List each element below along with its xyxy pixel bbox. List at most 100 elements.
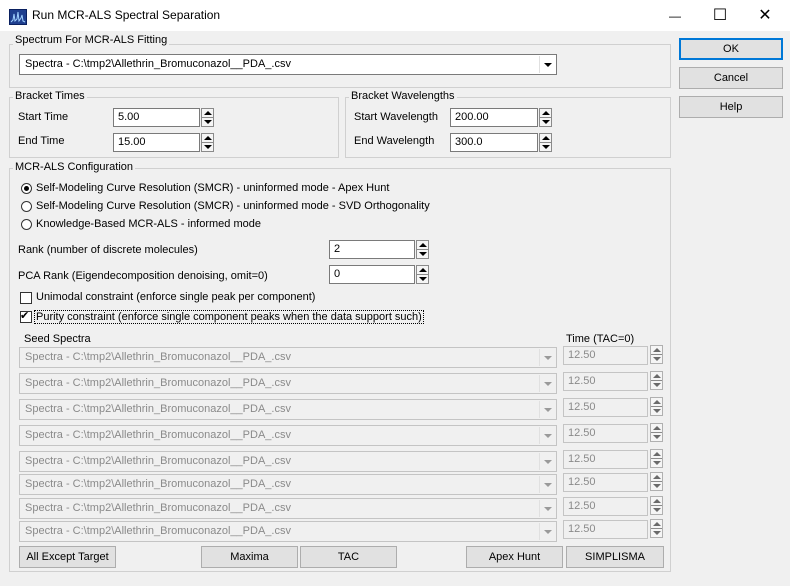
start-time-spinner[interactable] xyxy=(201,108,214,127)
chevron-down-icon[interactable] xyxy=(539,476,555,493)
mode-label-informed[interactable]: Knowledge-Based MCR-ALS - informed mode xyxy=(36,218,261,230)
start-wavelength-spinner[interactable] xyxy=(539,108,552,127)
seed-time-value: 12.50 xyxy=(568,523,596,535)
seed-time-spinner[interactable] xyxy=(650,423,663,442)
seed-time-value: 12.50 xyxy=(568,427,596,439)
seed-spectrum-value: Spectra - C:\tmp2\Allethrin_Bromuconazol… xyxy=(25,478,291,490)
simplisma-button[interactable]: SIMPLISMA xyxy=(566,546,664,568)
end-wavelength-label: End Wavelength xyxy=(354,135,435,147)
pca-rank-spinner[interactable] xyxy=(416,265,429,284)
seed-time-spinner[interactable] xyxy=(650,345,663,364)
apex-hunt-button[interactable]: Apex Hunt xyxy=(466,546,563,568)
bracket-times-legend: Bracket Times xyxy=(13,90,87,102)
seed-spectrum-select[interactable]: Spectra - C:\tmp2\Allethrin_Bromuconazol… xyxy=(19,498,557,519)
chevron-down-icon[interactable] xyxy=(539,500,555,517)
end-time-spinner[interactable] xyxy=(201,133,214,152)
seed-spectrum-select[interactable]: Spectra - C:\tmp2\Allethrin_Bromuconazol… xyxy=(19,373,557,394)
seed-time-spinner[interactable] xyxy=(650,519,663,538)
minimize-icon: — xyxy=(669,9,681,23)
mode-label-apex-hunt[interactable]: Self-Modeling Curve Resolution (SMCR) - … xyxy=(36,182,389,194)
seed-time-input[interactable]: 12.50 xyxy=(563,520,648,539)
unimodal-checkbox[interactable] xyxy=(20,292,32,304)
time-tac-header: Time (TAC=0) xyxy=(566,333,635,345)
maxima-button[interactable]: Maxima xyxy=(201,546,298,568)
seed-spectrum-value: Spectra - C:\tmp2\Allethrin_Bromuconazol… xyxy=(25,377,291,389)
seed-spectrum-select[interactable]: Spectra - C:\tmp2\Allethrin_Bromuconazol… xyxy=(19,521,557,542)
seed-time-input[interactable]: 12.50 xyxy=(563,346,648,365)
spectrum-select-value: Spectra - C:\tmp2\Allethrin_Bromuconazol… xyxy=(25,58,291,70)
start-wavelength-input[interactable]: 200.00 xyxy=(450,108,538,127)
seed-spectrum-value: Spectra - C:\tmp2\Allethrin_Bromuconazol… xyxy=(25,502,291,514)
seed-spectrum-value: Spectra - C:\tmp2\Allethrin_Bromuconazol… xyxy=(25,455,291,467)
end-wavelength-value: 300.0 xyxy=(455,136,483,148)
maximize-button[interactable]: ☐ xyxy=(697,0,743,31)
pca-rank-value: 0 xyxy=(334,268,341,280)
maximize-icon: ☐ xyxy=(712,7,728,24)
seed-time-spinner[interactable] xyxy=(650,371,663,390)
rank-spinner[interactable] xyxy=(416,240,429,259)
help-button[interactable]: Help xyxy=(679,96,783,118)
seed-time-input[interactable]: 12.50 xyxy=(563,372,648,391)
ok-label: OK xyxy=(723,43,739,55)
seed-time-input[interactable]: 12.50 xyxy=(563,497,648,516)
seed-time-input[interactable]: 12.50 xyxy=(563,398,648,417)
all-except-target-button[interactable]: All Except Target xyxy=(19,546,116,568)
seed-spectrum-select[interactable]: Spectra - C:\tmp2\Allethrin_Bromuconazol… xyxy=(19,347,557,368)
cancel-button[interactable]: Cancel xyxy=(679,67,783,89)
seed-time-input[interactable]: 12.50 xyxy=(563,424,648,443)
close-button[interactable]: ✕ xyxy=(742,0,788,31)
start-time-label: Start Time xyxy=(18,111,69,123)
chevron-down-icon[interactable] xyxy=(539,523,555,540)
end-wavelength-spinner[interactable] xyxy=(539,133,552,152)
seed-spectra-header: Seed Spectra xyxy=(24,333,91,345)
chevron-down-icon[interactable] xyxy=(539,453,555,470)
spectrum-select[interactable]: Spectra - C:\tmp2\Allethrin_Bromuconazol… xyxy=(19,54,557,75)
seed-spectrum-select[interactable]: Spectra - C:\tmp2\Allethrin_Bromuconazol… xyxy=(19,425,557,446)
seed-spectrum-select[interactable]: Spectra - C:\tmp2\Allethrin_Bromuconazol… xyxy=(19,474,557,495)
minimize-button[interactable]: — xyxy=(652,0,698,31)
tac-label: TAC xyxy=(337,551,360,563)
mode-radio-apex-hunt[interactable] xyxy=(21,183,32,194)
chevron-down-icon[interactable] xyxy=(539,427,555,444)
seed-time-input[interactable]: 12.50 xyxy=(563,473,648,492)
mode-label-svd[interactable]: Self-Modeling Curve Resolution (SMCR) - … xyxy=(36,200,430,212)
seed-spectrum-select[interactable]: Spectra - C:\tmp2\Allethrin_Bromuconazol… xyxy=(19,451,557,472)
seed-time-input[interactable]: 12.50 xyxy=(563,450,648,469)
purity-label[interactable]: Purity constraint (enforce single compon… xyxy=(34,310,424,324)
seed-spectrum-value: Spectra - C:\tmp2\Allethrin_Bromuconazol… xyxy=(25,525,291,537)
seed-time-value: 12.50 xyxy=(568,375,596,387)
apex-hunt-label: Apex Hunt xyxy=(488,551,541,563)
seed-time-value: 12.50 xyxy=(568,476,596,488)
rank-label: Rank (number of discrete molecules) xyxy=(18,244,198,256)
pca-rank-label: PCA Rank (Eigendecomposition denoising, … xyxy=(18,270,268,282)
app-spectrum-icon xyxy=(9,9,27,25)
mode-radio-informed[interactable] xyxy=(21,219,32,230)
rank-input[interactable]: 2 xyxy=(329,240,415,259)
mode-radio-svd[interactable] xyxy=(21,201,32,212)
purity-checkbox[interactable]: ✔ xyxy=(20,310,32,323)
seed-time-value: 12.50 xyxy=(568,349,596,361)
seed-time-spinner[interactable] xyxy=(650,397,663,416)
seed-time-spinner[interactable] xyxy=(650,472,663,491)
chevron-down-icon[interactable] xyxy=(539,56,555,73)
seed-spectrum-select[interactable]: Spectra - C:\tmp2\Allethrin_Bromuconazol… xyxy=(19,399,557,420)
chevron-down-icon[interactable] xyxy=(539,401,555,418)
seed-time-spinner[interactable] xyxy=(650,449,663,468)
end-time-input[interactable]: 15.00 xyxy=(113,133,200,152)
close-icon: ✕ xyxy=(758,7,772,24)
seed-time-value: 12.50 xyxy=(568,401,596,413)
tac-button[interactable]: TAC xyxy=(300,546,397,568)
chevron-down-icon[interactable] xyxy=(539,349,555,366)
ok-button[interactable]: OK xyxy=(679,38,783,60)
maxima-label: Maxima xyxy=(230,551,269,563)
window-title: Run MCR-ALS Spectral Separation xyxy=(32,8,221,22)
unimodal-label[interactable]: Unimodal constraint (enforce single peak… xyxy=(36,291,315,303)
chevron-down-icon[interactable] xyxy=(539,375,555,392)
end-wavelength-input[interactable]: 300.0 xyxy=(450,133,538,152)
start-time-input[interactable]: 5.00 xyxy=(113,108,200,127)
seed-spectrum-value: Spectra - C:\tmp2\Allethrin_Bromuconazol… xyxy=(25,351,291,363)
seed-time-spinner[interactable] xyxy=(650,496,663,515)
all-except-target-label: All Except Target xyxy=(26,551,109,563)
checkmark-icon: ✔ xyxy=(20,310,30,322)
pca-rank-input[interactable]: 0 xyxy=(329,265,415,284)
